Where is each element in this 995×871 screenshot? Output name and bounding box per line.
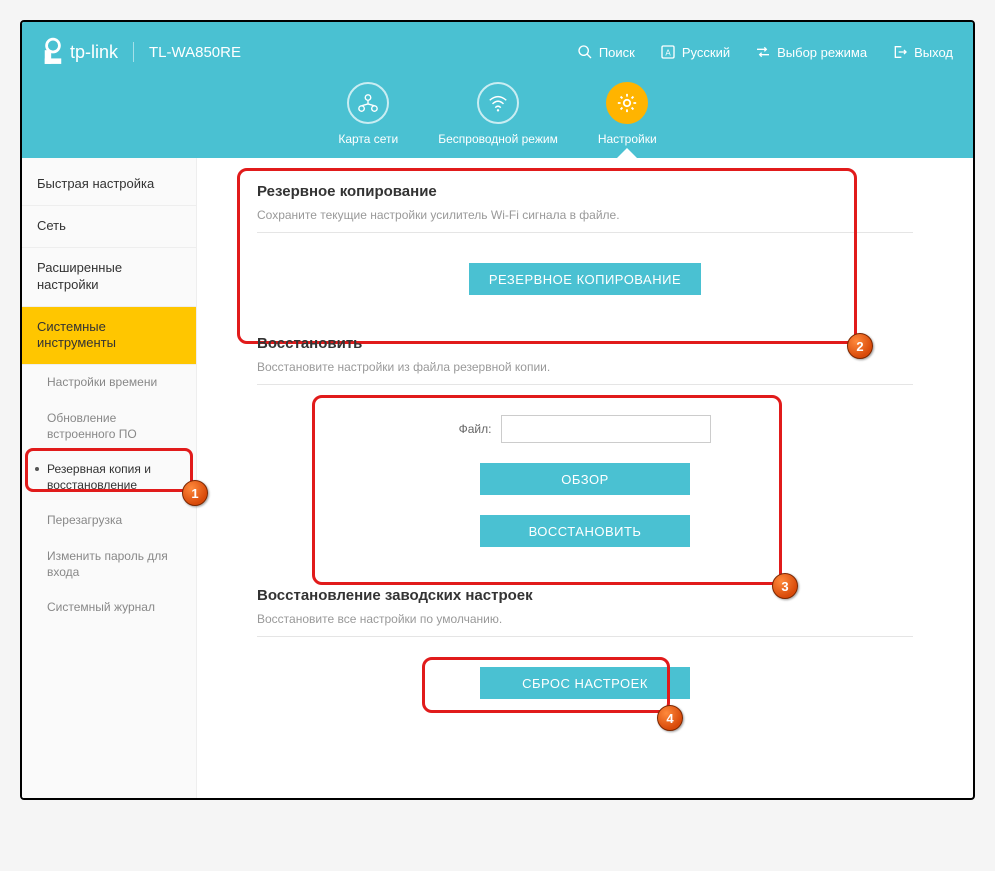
restore-desc: Восстановите настройки из файла резервно…: [257, 360, 913, 385]
nav-wireless[interactable]: Беспроводной режим: [438, 82, 558, 146]
sidebar: Быстрая настройка Сеть Расширенные настр…: [22, 158, 197, 798]
reset-desc: Восстановите все настройки по умолчанию.: [257, 612, 913, 637]
brand-text: tp-link: [70, 42, 118, 63]
header-top: tp-link TL-WA850RE Поиск A Русский Выбор…: [22, 22, 973, 82]
logout-action[interactable]: Выход: [892, 44, 953, 60]
nav-map-label: Карта сети: [338, 132, 398, 146]
logout-icon: [892, 44, 908, 60]
sidebar-sub-log[interactable]: Системный журнал: [22, 590, 196, 626]
svg-text:A: A: [665, 48, 671, 57]
reset-body: СБРОС НАСТРОЕК: [257, 637, 913, 709]
language-icon: A: [660, 44, 676, 60]
reset-button[interactable]: СБРОС НАСТРОЕК: [480, 667, 690, 699]
search-action[interactable]: Поиск: [577, 44, 635, 60]
language-label: Русский: [682, 45, 730, 60]
restore-button[interactable]: ВОССТАНОВИТЬ: [480, 515, 690, 547]
sidebar-item-quick[interactable]: Быстрая настройка: [22, 164, 196, 206]
restore-body: Файл: ОБЗОР ВОССТАНОВИТЬ: [257, 385, 913, 557]
nav-network-map[interactable]: Карта сети: [338, 82, 398, 146]
backup-title: Резервное копирование: [257, 183, 913, 200]
backup-body: РЕЗЕРВНОЕ КОПИРОВАНИЕ: [257, 233, 913, 305]
wireless-icon: [477, 82, 519, 124]
header-nav: Карта сети Беспроводной режим Настройки: [22, 82, 973, 158]
restore-title: Восстановить: [257, 335, 913, 352]
header-divider: [133, 42, 134, 62]
settings-icon: [606, 82, 648, 124]
nav-settings[interactable]: Настройки: [598, 82, 657, 146]
nav-settings-label: Настройки: [598, 132, 657, 146]
sidebar-item-system[interactable]: Системные инструменты: [22, 307, 196, 366]
tplink-logo-icon: [42, 37, 64, 67]
mode-action[interactable]: Выбор режима: [755, 44, 867, 60]
logout-label: Выход: [914, 45, 953, 60]
file-row: Файл:: [459, 415, 712, 443]
search-icon: [577, 44, 593, 60]
sidebar-sub-time[interactable]: Настройки времени: [22, 365, 196, 401]
header-actions: Поиск A Русский Выбор режима Выход: [577, 44, 953, 60]
file-label: Файл:: [459, 422, 492, 436]
backup-button[interactable]: РЕЗЕРВНОЕ КОПИРОВАНИЕ: [469, 263, 701, 295]
network-map-icon: [347, 82, 389, 124]
section-reset: Восстановление заводских настроек Восста…: [257, 587, 913, 709]
browse-button[interactable]: ОБЗОР: [480, 463, 690, 495]
language-action[interactable]: A Русский: [660, 44, 730, 60]
nav-wireless-label: Беспроводной режим: [438, 132, 558, 146]
model-text: TL-WA850RE: [149, 44, 241, 61]
section-backup: Резервное копирование Сохраните текущие …: [257, 183, 913, 305]
backup-desc: Сохраните текущие настройки усилитель Wi…: [257, 208, 913, 233]
mode-icon: [755, 44, 771, 60]
sidebar-sub-firmware[interactable]: Обновление встроенного ПО: [22, 401, 196, 452]
mode-label: Выбор режима: [777, 45, 867, 60]
sidebar-sub-reboot[interactable]: Перезагрузка: [22, 503, 196, 539]
reset-title: Восстановление заводских настроек: [257, 587, 913, 604]
sidebar-sub-backup[interactable]: Резервная копия и восстановление: [22, 452, 196, 503]
sidebar-sub-password[interactable]: Изменить пароль для входа: [22, 539, 196, 590]
header: tp-link TL-WA850RE Поиск A Русский Выбор…: [22, 22, 973, 158]
section-restore: Восстановить Восстановите настройки из ф…: [257, 335, 913, 557]
sidebar-item-network[interactable]: Сеть: [22, 206, 196, 248]
file-input[interactable]: [501, 415, 711, 443]
content: Резервное копирование Сохраните текущие …: [197, 158, 973, 798]
app-window: tp-link TL-WA850RE Поиск A Русский Выбор…: [20, 20, 975, 800]
body: Быстрая настройка Сеть Расширенные настр…: [22, 158, 973, 798]
search-label: Поиск: [599, 45, 635, 60]
sidebar-item-advanced[interactable]: Расширенные настройки: [22, 248, 196, 307]
logo: tp-link: [42, 37, 118, 67]
